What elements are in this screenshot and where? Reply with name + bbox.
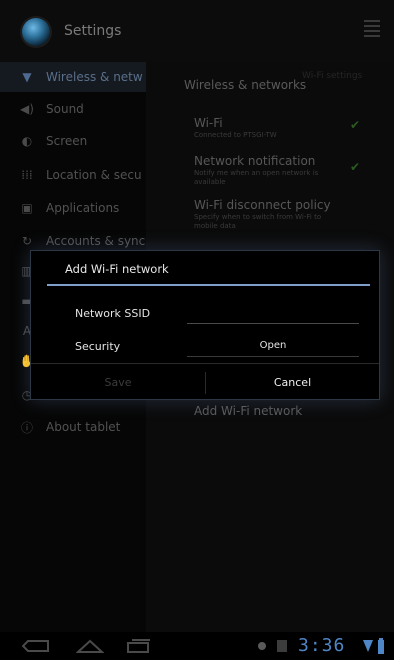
pref-title: Wi-Fi (194, 116, 223, 130)
pref-title: Network notification (194, 154, 316, 168)
applications-icon: ▣ (21, 201, 33, 215)
clock[interactable]: 3:36 (298, 635, 345, 656)
sidebar-item-label: Wireless & netw (46, 70, 143, 84)
speaker-icon: ◀) (20, 102, 34, 116)
overflow-menu-icon[interactable] (364, 20, 380, 38)
pref-wifi-disconnect-policy[interactable]: Wi-Fi disconnect policy Specify when to … (194, 198, 344, 231)
settings-app-icon[interactable] (22, 18, 50, 46)
save-button[interactable]: Save (31, 364, 205, 400)
wifi-checkbox[interactable]: ✔ (350, 118, 360, 132)
pref-title: Wi-Fi disconnect policy (194, 198, 331, 212)
add-wifi-network-item[interactable]: Add Wi-Fi network (194, 404, 302, 418)
sidebar-item-label: About tablet (46, 420, 121, 434)
grid-icon: ⁞⁞⁞ (21, 168, 33, 182)
sidebar-item-wireless[interactable]: ▼ Wireless & netw (0, 62, 146, 92)
sidebar-item-about-tablet[interactable]: ⓘ About tablet (0, 412, 146, 442)
network-notification-checkbox[interactable]: ✔ (350, 160, 360, 174)
security-select[interactable]: Open (187, 334, 359, 357)
pref-summary: Specify when to switch from Wi-Fi to mob… (194, 213, 322, 230)
wifi-signal-icon (363, 640, 373, 652)
screenshot-icon (277, 640, 287, 652)
recent-apps-icon[interactable] (126, 638, 152, 654)
sidebar-item-label: Sound (46, 102, 84, 116)
sidebar-item-screen[interactable]: ◐ Screen (0, 126, 146, 156)
dialog-title: Add Wi-Fi network (65, 262, 169, 276)
battery-icon (378, 638, 384, 654)
back-icon[interactable] (22, 638, 52, 654)
ssid-input[interactable] (187, 301, 359, 324)
ssid-label: Network SSID (75, 307, 151, 320)
notification-icon[interactable] (256, 640, 268, 652)
dialog-button-bar: Save Cancel (31, 363, 379, 400)
system-bar: 3:36 (0, 632, 394, 660)
brightness-icon: ◐ (21, 134, 33, 148)
app-title: Settings (64, 23, 122, 39)
pref-summary: Connected to PTSGI-TW (194, 131, 277, 139)
info-icon: ⓘ (20, 420, 33, 435)
pref-network-notification[interactable]: Network notification Notify me when an o… (194, 154, 344, 187)
dialog-title-divider (47, 284, 370, 286)
sidebar-item-label: Screen (46, 134, 88, 148)
cancel-button[interactable]: Cancel (206, 364, 379, 400)
security-label: Security (75, 340, 121, 353)
pref-wifi[interactable]: Wi-Fi Connected to PTSGI-TW (194, 116, 344, 140)
sidebar-item-sound[interactable]: ◀) Sound (0, 94, 146, 124)
sidebar-item-applications[interactable]: ▣ Applications (0, 193, 146, 223)
sidebar-item-label: Location & secu (46, 168, 142, 182)
sidebar-item-label: Accounts & sync (46, 234, 146, 248)
panel-header-aside: Wi-Fi settings (302, 71, 363, 81)
sync-icon: ↻ (21, 234, 33, 248)
wifi-icon: ▼ (22, 70, 32, 84)
pref-summary: Notify me when an open network is availa… (194, 169, 319, 186)
sidebar-item-label: Applications (46, 201, 120, 215)
security-value: Open (259, 339, 287, 351)
panel-header: Wireless & networks (184, 78, 307, 92)
home-icon[interactable] (76, 638, 104, 654)
add-wifi-dialog: Add Wi-Fi network Network SSID Security … (30, 250, 380, 400)
sidebar-item-location-security[interactable]: ⁞⁞⁞ Location & secu (0, 160, 146, 190)
action-bar: Settings (0, 0, 394, 62)
